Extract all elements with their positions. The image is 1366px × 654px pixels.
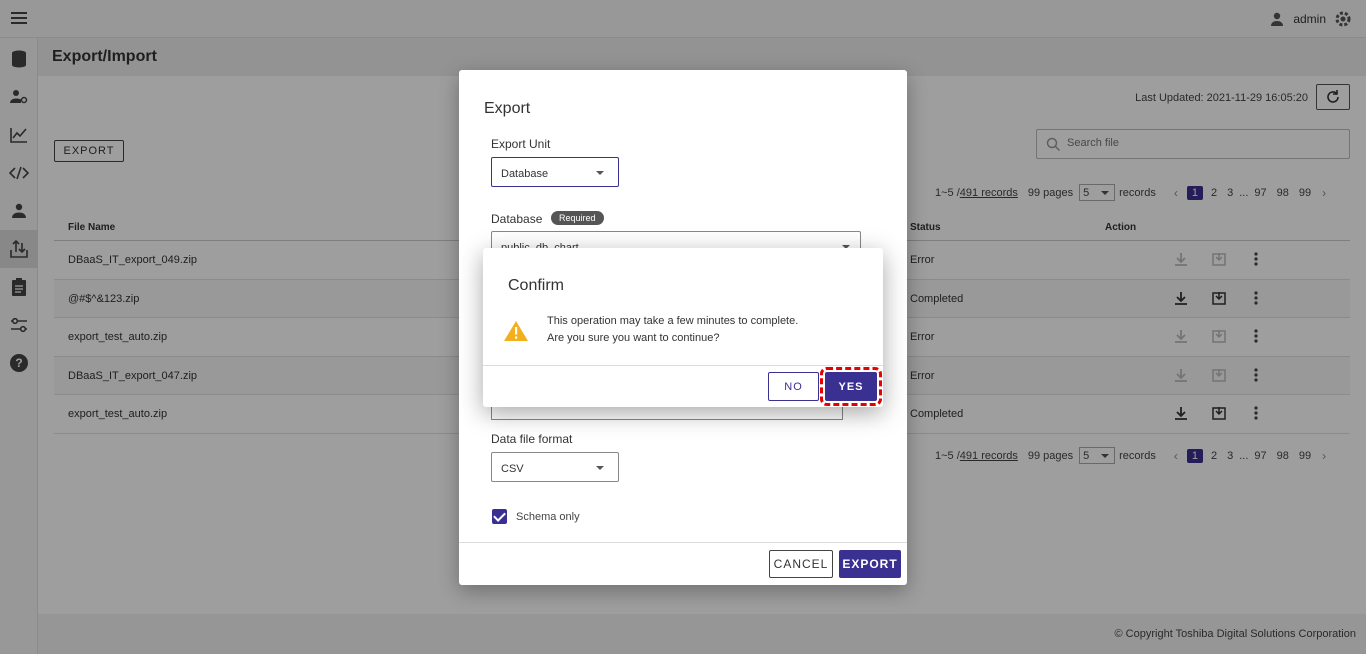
confirm-divider xyxy=(483,365,883,366)
confirm-message-line2: Are you sure you want to continue? xyxy=(547,332,720,344)
export-unit-select[interactable]: Database xyxy=(491,157,619,187)
confirm-message-line1: This operation may take a few minutes to… xyxy=(547,315,799,327)
schema-only-label: Schema only xyxy=(516,511,580,523)
schema-only-checkbox[interactable] xyxy=(492,509,507,524)
cancel-button[interactable]: CANCEL xyxy=(769,550,833,578)
export-confirm-button[interactable]: EXPORT xyxy=(839,550,901,578)
data-format-select[interactable]: CSV xyxy=(491,452,619,482)
confirm-dialog: Confirm This operation may take a few mi… xyxy=(483,248,883,407)
no-button[interactable]: NO xyxy=(768,372,819,401)
confirm-title: Confirm xyxy=(508,277,565,294)
dialog-divider xyxy=(459,542,907,543)
required-badge: Required xyxy=(551,211,604,225)
data-format-label: Data file format xyxy=(491,432,573,446)
warning-icon xyxy=(504,321,528,341)
export-dialog-title: Export xyxy=(484,100,531,117)
yes-button[interactable]: YES xyxy=(820,367,882,406)
export-unit-label: Export Unit xyxy=(491,137,551,151)
database-label: Database xyxy=(491,212,543,226)
